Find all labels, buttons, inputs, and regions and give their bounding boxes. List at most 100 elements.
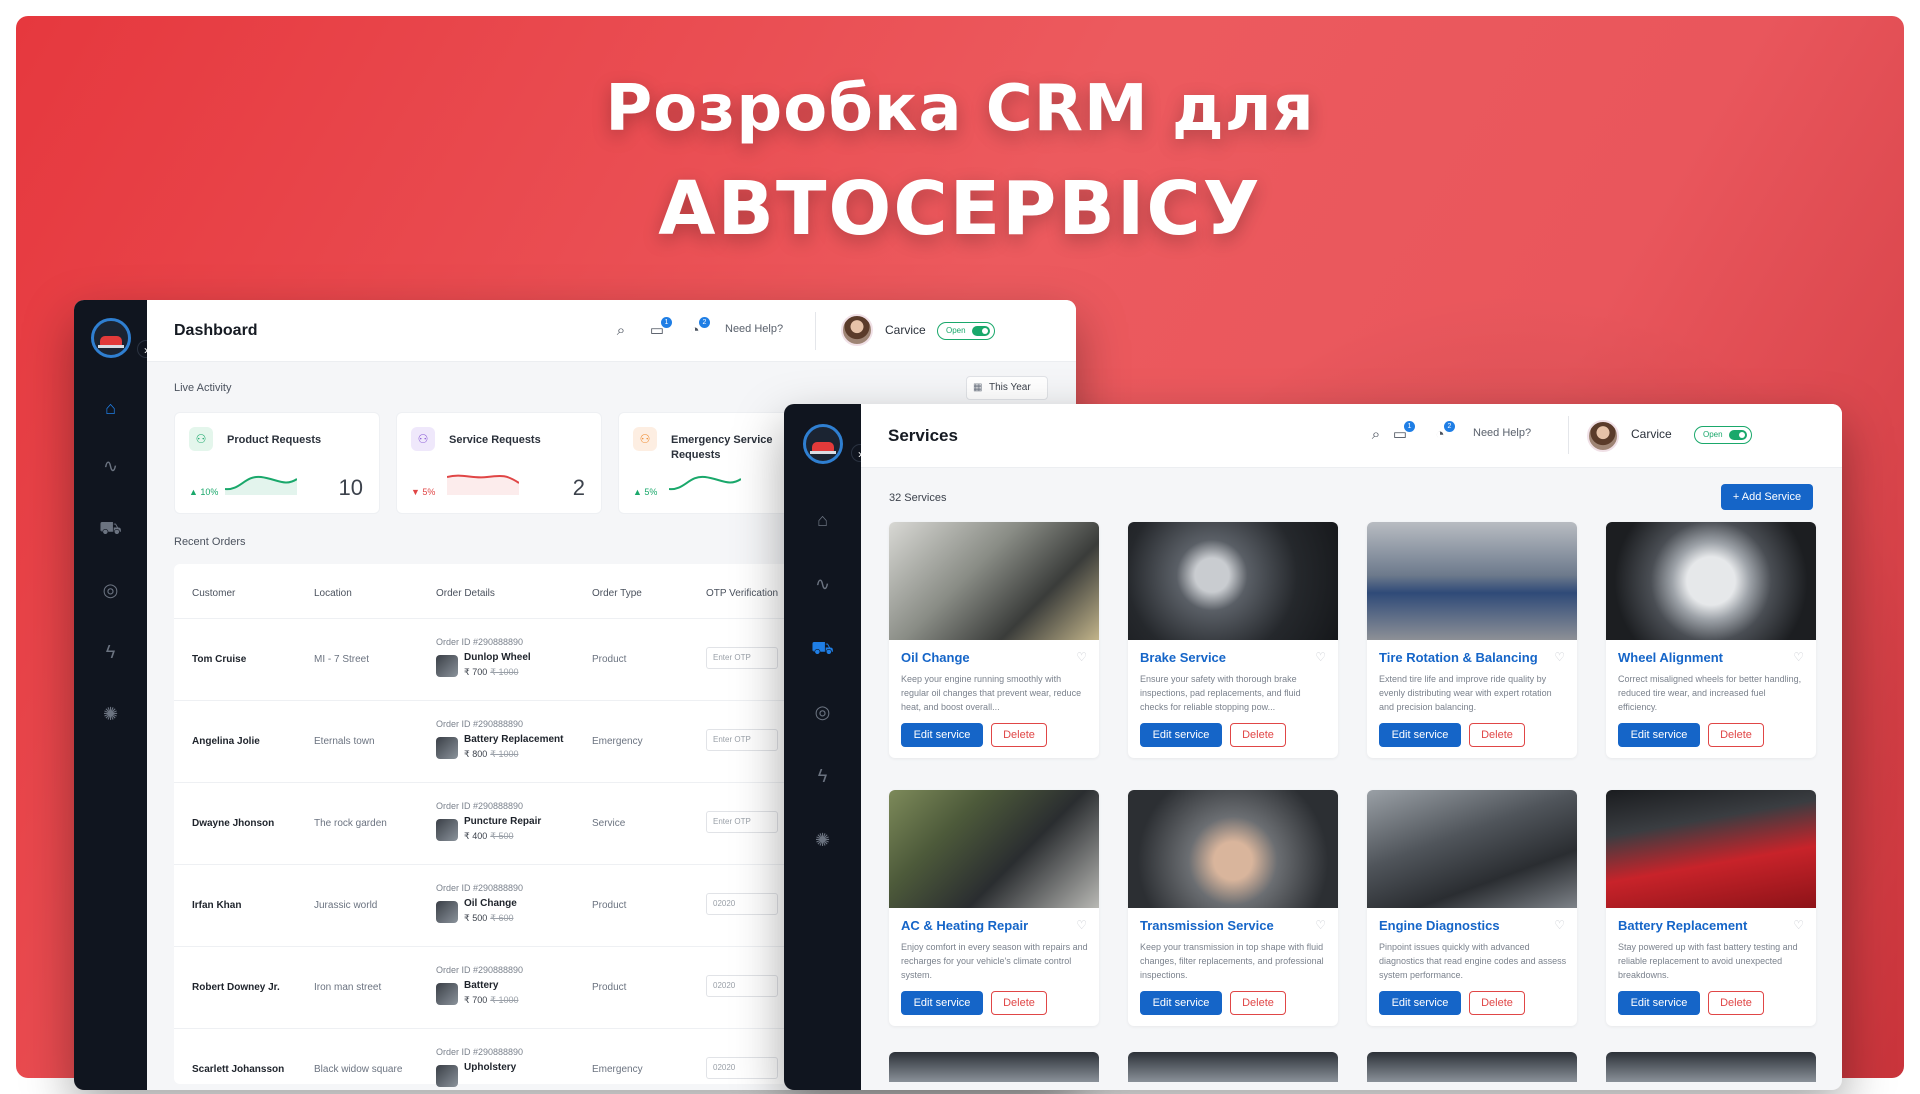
lightning-icon[interactable]: ϟ	[811, 764, 835, 788]
location: The rock garden	[314, 818, 387, 829]
card-value: 2	[572, 475, 585, 500]
avatar[interactable]	[1587, 420, 1619, 452]
service-title[interactable]: Tire Rotation & Balancing	[1379, 650, 1538, 665]
service-description: Pinpoint issues quickly with advanced di…	[1379, 942, 1567, 980]
otp-input[interactable]: Enter OTP	[706, 811, 778, 833]
notifications-badge: 2	[699, 317, 710, 328]
delete-button[interactable]: Delete	[991, 723, 1047, 747]
car-logo-icon[interactable]	[802, 424, 843, 464]
search-icon[interactable]: ⌕	[612, 322, 630, 340]
service-title[interactable]: Wheel Alignment	[1618, 650, 1723, 665]
delete-button[interactable]: Delete	[1230, 991, 1286, 1015]
service-card[interactable]: Tire Rotation & Balancing ♡ Extend tire …	[1367, 522, 1577, 758]
service-title[interactable]: Battery Replacement	[1618, 918, 1747, 933]
service-title[interactable]: AC & Heating Repair	[901, 918, 1028, 933]
customer-name: Scarlett Johansson	[192, 1064, 285, 1075]
otp-input[interactable]: Enter OTP	[706, 647, 778, 669]
messages-icon[interactable]: ▭ 1	[648, 317, 672, 340]
open-status-toggle[interactable]: Open	[937, 322, 995, 340]
favorite-heart-icon[interactable]: ♡	[1554, 918, 1565, 932]
service-title[interactable]: Oil Change	[901, 650, 970, 665]
service-card[interactable]: Oil Change ♡ Keep your engine running sm…	[889, 522, 1099, 758]
delete-button[interactable]: Delete	[1230, 723, 1286, 747]
column-header: Customer	[192, 588, 236, 599]
settings-wheel-icon[interactable]: ◎	[99, 578, 123, 602]
edit-service-button[interactable]: Edit service	[1379, 991, 1461, 1015]
user-name[interactable]: Carvice	[1631, 427, 1672, 441]
favorite-heart-icon[interactable]: ♡	[1315, 918, 1326, 932]
lightning-icon[interactable]: ϟ	[99, 640, 123, 664]
sidebar: › ⌂ ∿ ⛟ ◎ ϟ ✺	[784, 404, 869, 1090]
otp-input[interactable]: 02020	[706, 975, 778, 997]
engine-oil-photo	[889, 522, 1099, 640]
user-name[interactable]: Carvice	[885, 323, 926, 337]
service-card[interactable]: AC & Heating Repair ♡ Enjoy comfort in e…	[889, 790, 1099, 1026]
service-card[interactable]: Engine Diagnostics ♡ Pinpoint issues qui…	[1367, 790, 1577, 1026]
service-title[interactable]: Brake Service	[1140, 650, 1226, 665]
settings-wheel-icon[interactable]: ◎	[811, 700, 835, 724]
product-requests-icon: ⚇	[189, 427, 213, 451]
date-range-select[interactable]: This Year	[966, 376, 1048, 400]
service-card-partial[interactable]	[1128, 1052, 1338, 1082]
car-service-icon[interactable]: ⛟	[811, 636, 835, 660]
need-help-link[interactable]: Need Help?	[1473, 427, 1531, 439]
delete-button[interactable]: Delete	[1469, 723, 1525, 747]
car-service-icon[interactable]: ⛟	[99, 516, 123, 540]
service-card[interactable]: Battery Replacement ♡ Stay powered up wi…	[1606, 790, 1816, 1026]
delete-button[interactable]: Delete	[1708, 723, 1764, 747]
otp-input[interactable]: Enter OTP	[706, 729, 778, 751]
open-status-toggle[interactable]: Open	[1694, 426, 1752, 444]
car-logo-icon[interactable]	[90, 318, 131, 358]
service-card[interactable]: Transmission Service ♡ Keep your transmi…	[1128, 790, 1338, 1026]
card-trend: ▲ 5%	[633, 487, 658, 497]
service-card-partial[interactable]	[1367, 1052, 1577, 1082]
need-help-link[interactable]: Need Help?	[725, 323, 783, 335]
product-requests-card[interactable]: ⚇ Product Requests ▲ 10% 10	[174, 412, 380, 514]
favorite-heart-icon[interactable]: ♡	[1315, 650, 1326, 664]
service-card-partial[interactable]	[889, 1052, 1099, 1082]
edit-service-button[interactable]: Edit service	[1379, 723, 1461, 747]
service-card[interactable]: Brake Service ♡ Ensure your safety with …	[1128, 522, 1338, 758]
customer-name: Irfan Khan	[192, 900, 242, 911]
delete-button[interactable]: Delete	[1469, 991, 1525, 1015]
avatar[interactable]	[841, 314, 873, 346]
edit-service-button[interactable]: Edit service	[901, 991, 983, 1015]
order-id: Order ID #290888890	[436, 719, 524, 729]
gear-icon[interactable]: ✺	[811, 828, 835, 852]
home-icon[interactable]: ⌂	[811, 508, 835, 532]
delete-button[interactable]: Delete	[1708, 991, 1764, 1015]
messages-icon[interactable]: ▭ 1	[1391, 421, 1415, 444]
add-service-button[interactable]: + Add Service	[1721, 484, 1813, 510]
service-title[interactable]: Transmission Service	[1140, 918, 1274, 933]
headline-line-2: АВТОСЕРВІСУ	[658, 166, 1262, 252]
notification-bell-icon[interactable]: ◔ 2	[686, 317, 710, 340]
wheel-photo	[1606, 522, 1816, 640]
order-id: Order ID #290888890	[436, 1047, 524, 1057]
otp-input[interactable]: 02020	[706, 893, 778, 915]
service-title[interactable]: Engine Diagnostics	[1379, 918, 1500, 933]
service-card[interactable]: Wheel Alignment ♡ Correct misaligned whe…	[1606, 522, 1816, 758]
live-activity-heading: Live Activity	[174, 382, 232, 394]
edit-service-button[interactable]: Edit service	[1140, 991, 1222, 1015]
edit-service-button[interactable]: Edit service	[1140, 723, 1222, 747]
edit-service-button[interactable]: Edit service	[901, 723, 983, 747]
service-card-partial[interactable]	[1606, 1052, 1816, 1082]
favorite-heart-icon[interactable]: ♡	[1793, 918, 1804, 932]
favorite-heart-icon[interactable]: ♡	[1554, 650, 1565, 664]
notification-bell-icon[interactable]: ◔ 2	[1431, 421, 1455, 444]
activity-icon[interactable]: ∿	[99, 454, 123, 478]
favorite-heart-icon[interactable]: ♡	[1076, 650, 1087, 664]
home-icon[interactable]: ⌂	[99, 396, 123, 420]
edit-service-button[interactable]: Edit service	[1618, 991, 1700, 1015]
activity-icon[interactable]: ∿	[811, 572, 835, 596]
engine-bay-photo	[1128, 522, 1338, 640]
search-icon[interactable]: ⌕	[1367, 426, 1385, 444]
service-requests-card[interactable]: ⚇ Service Requests ▼ 5% 2	[396, 412, 602, 514]
otp-input[interactable]: 02020	[706, 1057, 778, 1079]
delete-button[interactable]: Delete	[991, 991, 1047, 1015]
favorite-heart-icon[interactable]: ♡	[1793, 650, 1804, 664]
gear-icon[interactable]: ✺	[99, 702, 123, 726]
location: Iron man street	[314, 982, 382, 993]
favorite-heart-icon[interactable]: ♡	[1076, 918, 1087, 932]
edit-service-button[interactable]: Edit service	[1618, 723, 1700, 747]
